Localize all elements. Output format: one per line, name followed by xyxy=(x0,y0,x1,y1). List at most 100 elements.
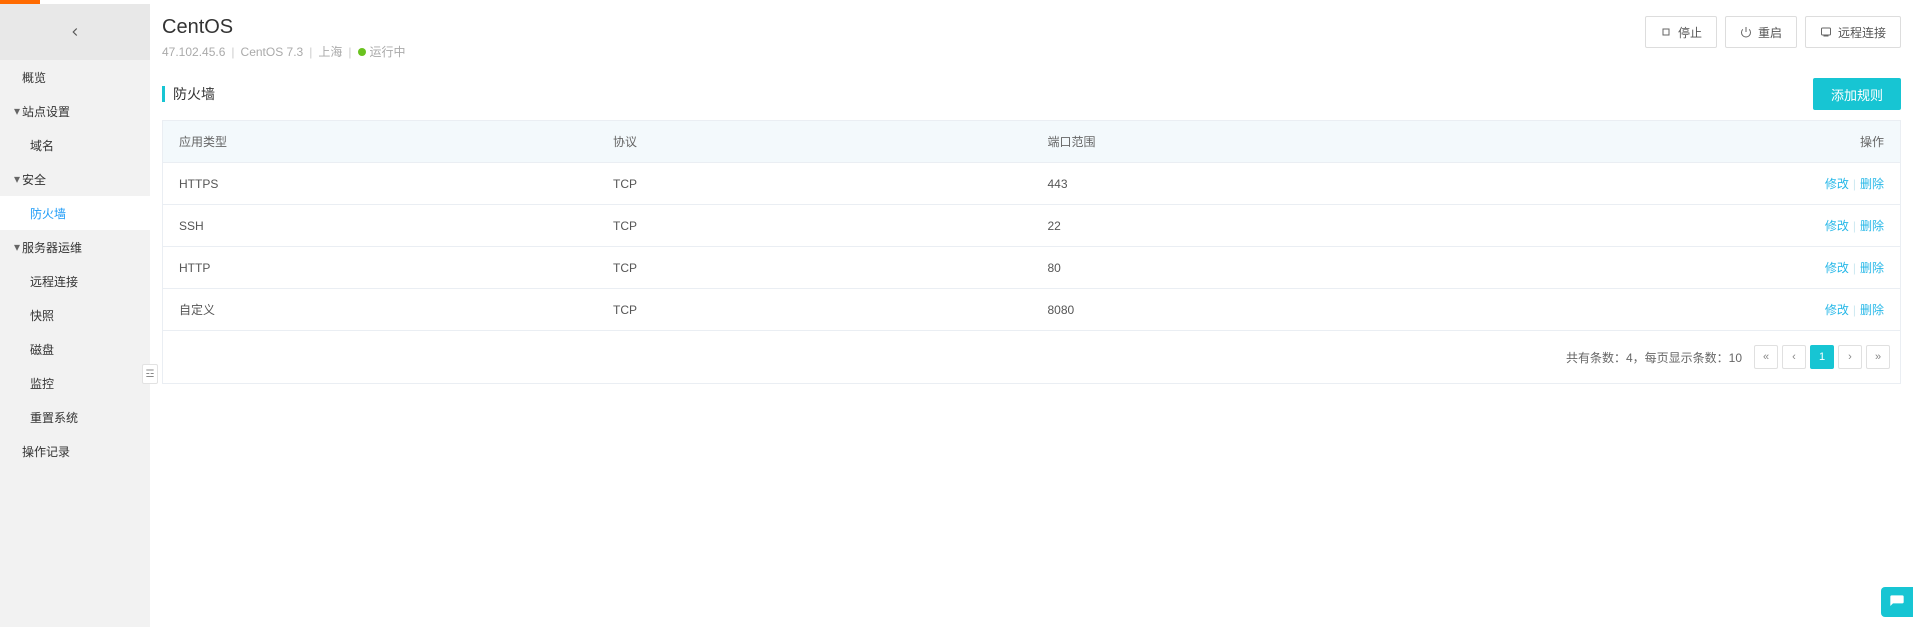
stop-icon xyxy=(1660,26,1672,38)
action-separator: | xyxy=(1853,303,1856,317)
section-title: 防火墙 xyxy=(162,86,215,102)
page-title: CentOS xyxy=(162,16,406,39)
page-first-button[interactable]: « xyxy=(1754,345,1778,369)
delete-link[interactable]: 删除 xyxy=(1860,219,1884,233)
header-info: CentOS 47.102.45.6 | CentOS 7.3 | 上海 | 运… xyxy=(162,16,406,60)
delete-link[interactable]: 删除 xyxy=(1860,177,1884,191)
cell-actions: 修改|删除 xyxy=(1640,247,1901,289)
sidebar-label-domain: 域名 xyxy=(30,137,54,154)
cell-port: 443 xyxy=(1032,163,1640,205)
firewall-table: 应用类型 协议 端口范围 操作 HTTPSTCP443修改|删除SSHTCP22… xyxy=(162,120,1901,331)
delete-link[interactable]: 删除 xyxy=(1860,303,1884,317)
chat-widget-button[interactable] xyxy=(1881,587,1913,617)
table-row: HTTPSTCP443 修改 | 删除 xyxy=(163,163,1901,205)
caret-down-icon: ▾ xyxy=(12,172,22,186)
chevron-left-icon xyxy=(68,25,82,39)
edit-link[interactable]: 修改 xyxy=(1825,219,1849,233)
caret-down-icon: ▾ xyxy=(12,104,22,118)
cell-actions: 修改 | 删除 xyxy=(1640,289,1901,331)
terminal-icon xyxy=(1820,26,1832,38)
cell-proto: TCP xyxy=(597,289,1032,331)
remote-connect-button[interactable]: 远程连接 xyxy=(1805,16,1901,48)
separator: | xyxy=(231,45,234,59)
sidebar-group-security[interactable]: ▾ 安全 xyxy=(0,162,150,196)
restart-button-label: 重启 xyxy=(1758,24,1782,41)
server-os: CentOS 7.3 xyxy=(241,45,304,59)
sidebar-label-reinstall: 重置系统 xyxy=(30,409,78,426)
sidebar-item-snapshot[interactable]: 快照 xyxy=(0,298,150,332)
col-header-port: 端口范围 xyxy=(1032,121,1640,163)
action-separator: | xyxy=(1853,219,1856,233)
cell-app: HTTPS xyxy=(163,163,598,205)
table-row: 自定义TCP8080 修改 | 删除 xyxy=(163,289,1901,331)
chat-icon xyxy=(1889,594,1905,610)
table-row: HTTPTCP80修改|删除 xyxy=(163,247,1901,289)
sidebar-group-site[interactable]: ▾ 站点设置 xyxy=(0,94,150,128)
cell-proto: TCP xyxy=(597,247,1032,289)
remote-connect-button-label: 远程连接 xyxy=(1838,24,1886,41)
sidebar-item-overview[interactable]: 概览 xyxy=(0,60,150,94)
cell-actions: 修改 | 删除 xyxy=(1640,163,1901,205)
sidebar-label-site: 站点设置 xyxy=(22,103,70,120)
cell-app: 自定义 xyxy=(163,289,598,331)
col-header-app: 应用类型 xyxy=(163,121,598,163)
status-dot-icon xyxy=(358,48,366,56)
sidebar-label-ops: 服务器运维 xyxy=(22,239,82,256)
page-subtitle: 47.102.45.6 | CentOS 7.3 | 上海 | 运行中 xyxy=(162,43,406,60)
sidebar-group-ops[interactable]: ▾ 服务器运维 xyxy=(0,230,150,264)
server-ip: 47.102.45.6 xyxy=(162,45,225,59)
pagination-count: 共有条数：4，每页显示条数：10 xyxy=(1566,349,1742,366)
main-content: CentOS 47.102.45.6 | CentOS 7.3 | 上海 | 运… xyxy=(150,4,1913,627)
sidebar-item-remote[interactable]: 远程连接 xyxy=(0,264,150,298)
sidebar-label-remote: 远程连接 xyxy=(30,273,78,290)
sidebar-label-logs: 操作记录 xyxy=(22,443,70,460)
sidebar-label-disk: 磁盘 xyxy=(30,341,54,358)
page-prev-button[interactable]: ‹ xyxy=(1782,345,1806,369)
add-rule-button[interactable]: 添加规则 xyxy=(1813,78,1901,110)
power-icon xyxy=(1740,26,1752,38)
edit-link[interactable]: 修改 xyxy=(1825,261,1849,275)
sidebar-label-snapshot: 快照 xyxy=(30,307,54,324)
table-row: SSHTCP22 修改 | 删除 xyxy=(163,205,1901,247)
col-header-proto: 协议 xyxy=(597,121,1032,163)
separator: | xyxy=(309,45,312,59)
sidebar-label-monitor: 监控 xyxy=(30,375,54,392)
page-last-button[interactable]: » xyxy=(1866,345,1890,369)
sidebar-item-reinstall[interactable]: 重置系统 xyxy=(0,400,150,434)
pagination: « ‹ 1 › » xyxy=(1754,345,1890,369)
page-next-button[interactable]: › xyxy=(1838,345,1862,369)
edit-link[interactable]: 修改 xyxy=(1825,177,1849,191)
cell-port: 8080 xyxy=(1032,289,1640,331)
sidebar-item-logs[interactable]: 操作记录 xyxy=(0,434,150,468)
sidebar-item-domain[interactable]: 域名 xyxy=(0,128,150,162)
back-button[interactable] xyxy=(0,4,150,60)
cell-actions: 修改 | 删除 xyxy=(1640,205,1901,247)
header-actions: 停止 重启 远程连接 xyxy=(1645,16,1901,48)
sidebar-item-monitor[interactable]: 监控 xyxy=(0,366,150,400)
cell-app: HTTP xyxy=(163,247,598,289)
table-footer: 共有条数：4，每页显示条数：10 « ‹ 1 › » xyxy=(162,331,1901,384)
edit-link[interactable]: 修改 xyxy=(1825,303,1849,317)
table-header-row: 应用类型 协议 端口范围 操作 xyxy=(163,121,1901,163)
sidebar-label-firewall: 防火墙 xyxy=(30,205,66,222)
cell-app: SSH xyxy=(163,205,598,247)
stop-button[interactable]: 停止 xyxy=(1645,16,1717,48)
sidebar-item-disk[interactable]: 磁盘 xyxy=(0,332,150,366)
cell-proto: TCP xyxy=(597,205,1032,247)
separator: | xyxy=(348,45,351,59)
server-region: 上海 xyxy=(318,43,342,60)
cell-port: 22 xyxy=(1032,205,1640,247)
sidebar: 概览 ▾ 站点设置 域名 ▾ 安全 防火墙 ▾ 服务器运维 远程连接 快照 磁盘… xyxy=(0,4,150,627)
section-bar: 防火墙 添加规则 xyxy=(162,78,1901,110)
cell-port: 80 xyxy=(1032,247,1640,289)
delete-link[interactable]: 删除 xyxy=(1860,261,1884,275)
page-1-button[interactable]: 1 xyxy=(1810,345,1834,369)
col-header-action: 操作 xyxy=(1640,121,1901,163)
action-separator: | xyxy=(1853,177,1856,191)
stop-button-label: 停止 xyxy=(1678,24,1702,41)
restart-button[interactable]: 重启 xyxy=(1725,16,1797,48)
sidebar-item-firewall[interactable]: 防火墙 xyxy=(0,196,150,230)
cell-proto: TCP xyxy=(597,163,1032,205)
sidebar-label-security: 安全 xyxy=(22,171,46,188)
server-status: 运行中 xyxy=(370,43,406,60)
